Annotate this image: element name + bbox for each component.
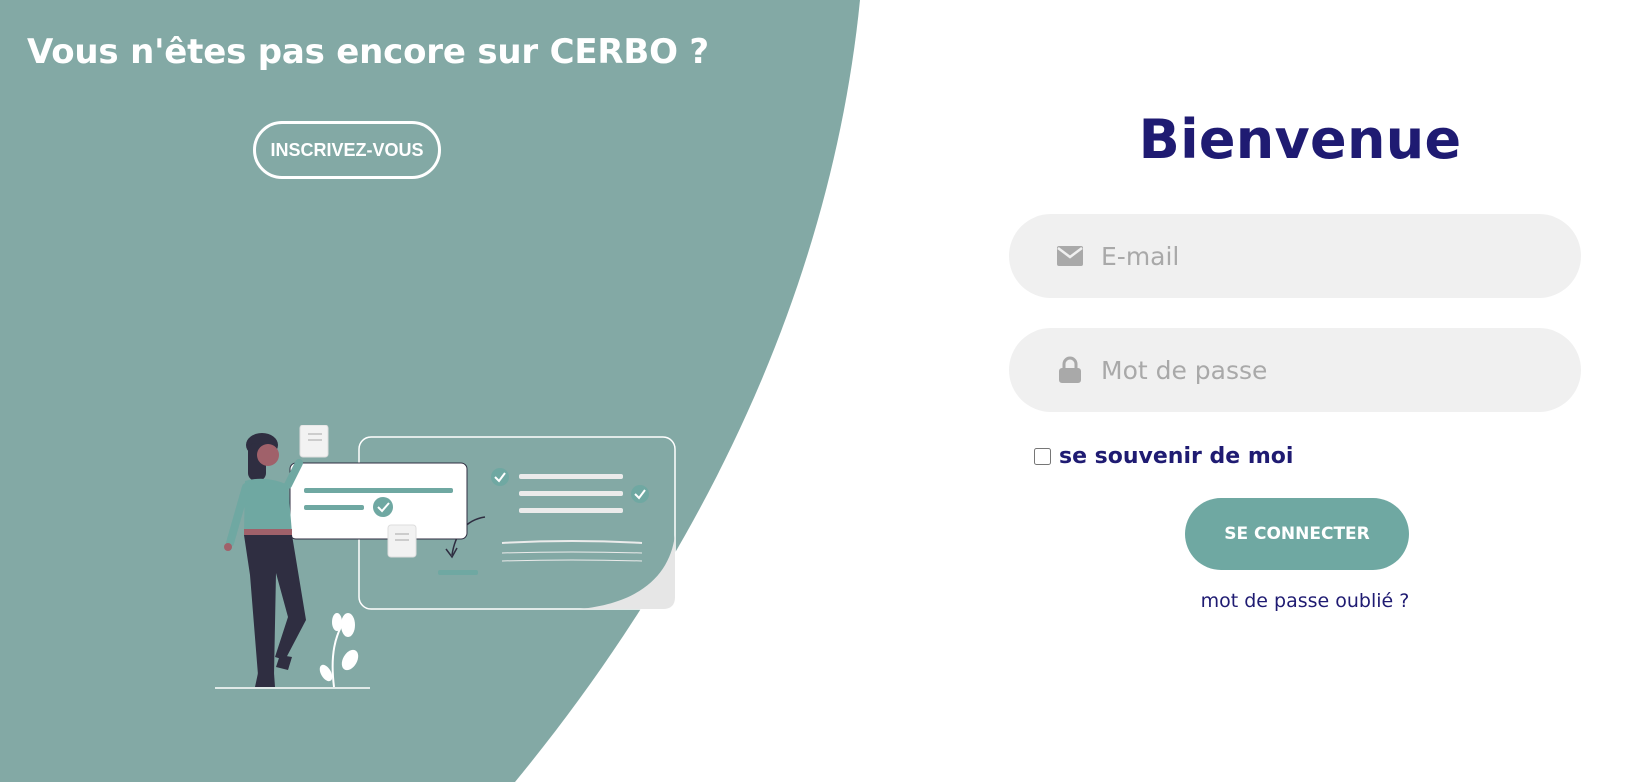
form-illustration (215, 425, 676, 689)
login-button[interactable]: SE CONNECTER (1185, 498, 1409, 570)
login-page: Vous n'êtes pas encore sur CERBO ? INSCR… (0, 0, 1626, 782)
email-field-container (1009, 214, 1581, 298)
forgot-password-link[interactable]: mot de passe oublié ? (1130, 590, 1480, 612)
password-input[interactable] (1099, 349, 1553, 391)
remember-me-checkbox[interactable] (1034, 448, 1051, 465)
remember-me-row: se souvenir de moi (1034, 444, 1293, 469)
password-field-container (1009, 328, 1581, 412)
remember-me-label[interactable]: se souvenir de moi (1059, 444, 1293, 469)
signup-prompt-title: Vous n'êtes pas encore sur CERBO ? (27, 32, 709, 72)
email-input[interactable] (1099, 235, 1553, 277)
welcome-title: Bienvenue (1138, 108, 1462, 171)
signup-button[interactable]: INSCRIVEZ-VOUS (253, 121, 441, 179)
envelope-icon (1055, 241, 1085, 271)
lock-icon (1055, 355, 1085, 385)
